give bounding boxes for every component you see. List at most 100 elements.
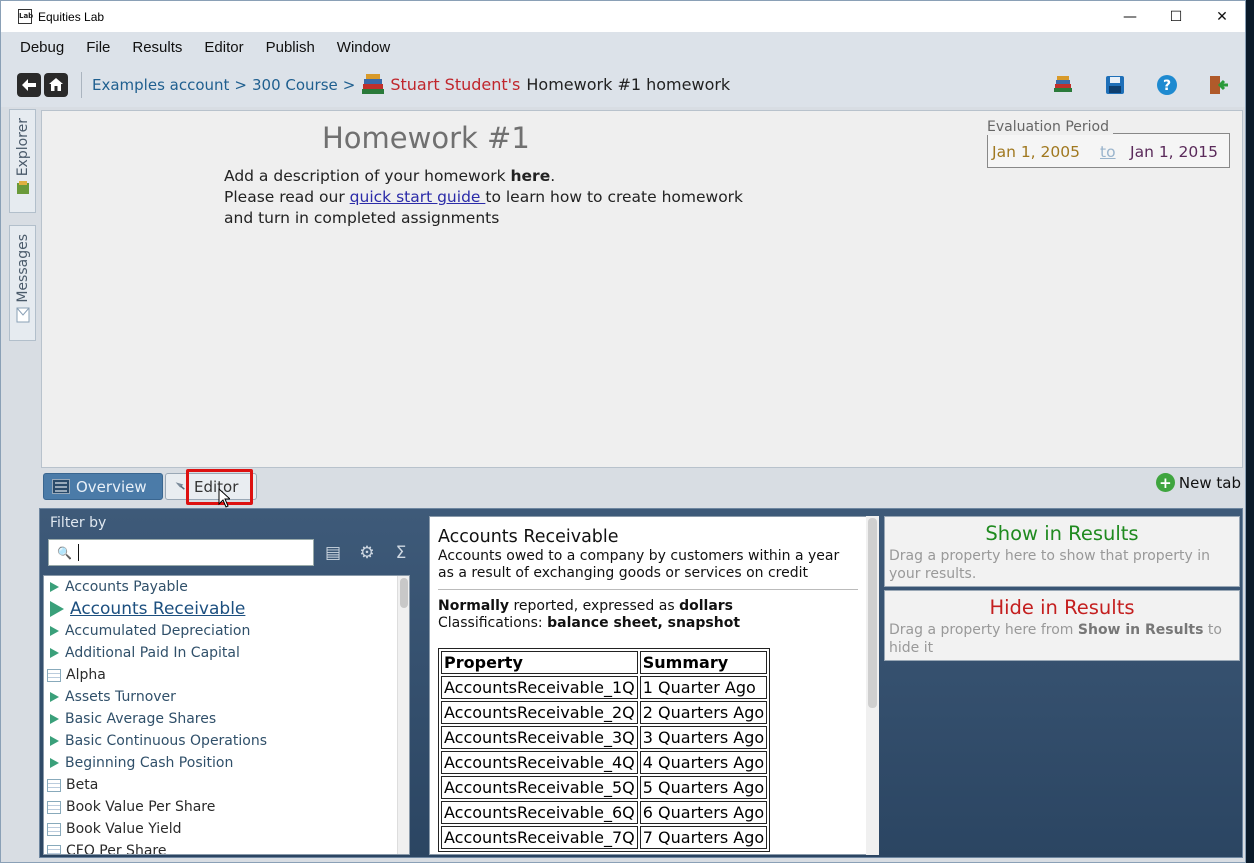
maximize-button[interactable]: ☐ — [1153, 1, 1199, 32]
new-tab-button[interactable]: + New tab — [1155, 473, 1241, 492]
list-item[interactable]: Assets Turnover — [44, 686, 409, 708]
show-in-results-hint: Drag a property here to show that proper… — [889, 548, 1211, 582]
triangle-expand-icon — [50, 714, 59, 724]
gear-icon[interactable]: ⚙ — [356, 542, 378, 564]
table-row[interactable]: AccountsReceivable_1Q 1 Quarter Ago — [441, 676, 768, 699]
menu-publish[interactable]: Publish — [255, 39, 326, 56]
app-logo-icon: Lab — [18, 9, 33, 24]
homework-name: Homework #1 homework — [526, 75, 731, 94]
list-item[interactable]: Additional Paid In Capital — [44, 642, 409, 664]
property-detail-panel: Accounts Receivable Accounts owed to a c… — [429, 516, 879, 855]
list-item[interactable]: CFO Per Share — [44, 840, 409, 854]
help-icon: ? — [1157, 74, 1177, 95]
list-item-label: Basic Average Shares — [65, 711, 217, 727]
library-button[interactable] — [1052, 74, 1074, 96]
table-icon — [47, 822, 61, 836]
divider — [438, 589, 858, 590]
hide-in-results-dropzone[interactable]: Hide in Results Drag a property here fro… — [884, 590, 1240, 661]
menu-window[interactable]: Window — [326, 39, 401, 56]
envelope-icon — [16, 307, 29, 323]
table-icon — [47, 800, 61, 814]
property-search-input[interactable]: 🔍 — [48, 539, 314, 566]
books-stack-icon — [1054, 75, 1072, 92]
property-table: Property Summary AccountsReceivable_1Q 1 … — [438, 648, 771, 852]
table-row[interactable]: AccountsReceivable_2Q 2 Quarters Ago — [441, 701, 768, 724]
sigma-icon[interactable]: Σ — [390, 542, 412, 564]
list-item[interactable]: Beta — [44, 774, 409, 796]
results-panel: Show in Results Drag a property here to … — [884, 516, 1240, 664]
scroll-thumb[interactable] — [400, 578, 408, 608]
property-detail-title: Accounts Receivable — [438, 527, 619, 547]
side-tab-explorer-label: Explorer — [14, 118, 31, 177]
list-item[interactable]: Book Value Yield — [44, 818, 409, 840]
desc-line1-suffix: . — [550, 167, 556, 185]
list-item-label: Accounts Receivable — [70, 599, 246, 619]
list-item[interactable]: Alpha — [44, 664, 409, 686]
evaluation-end-date[interactable]: Jan 1, 2015 — [1130, 143, 1218, 161]
evaluation-start-date[interactable]: Jan 1, 2005 — [992, 143, 1080, 161]
breadcrumb-account[interactable]: Examples account — [92, 76, 229, 94]
desc-here-link[interactable]: here — [511, 167, 551, 185]
table-row[interactable]: AccountsReceivable_7Q 7 Quarters Ago — [441, 826, 768, 849]
help-button[interactable]: ? — [1156, 74, 1178, 96]
menu-editor[interactable]: Editor — [193, 39, 254, 56]
save-button[interactable] — [1104, 74, 1126, 96]
table-cell-property: AccountsReceivable_6Q — [441, 801, 638, 824]
exit-button[interactable] — [1208, 74, 1230, 96]
quick-start-guide-link[interactable]: quick start guide — [350, 188, 486, 206]
close-button[interactable]: ✕ — [1199, 1, 1245, 32]
evaluation-period: Evaluation Period Jan 1, 2005 to Jan 1, … — [987, 119, 1230, 168]
table-cell-property: AccountsReceivable_2Q — [441, 701, 638, 724]
side-tab-explorer[interactable]: Explorer — [9, 109, 36, 213]
list-item[interactable]: Beginning Cash Position — [44, 752, 409, 774]
detail-scrollbar[interactable] — [866, 516, 879, 855]
breadcrumb-course[interactable]: 300 Course — [252, 76, 338, 94]
list-item-label: Beginning Cash Position — [65, 755, 234, 771]
table-row[interactable]: AccountsReceivable_6Q 6 Quarters Ago — [441, 801, 768, 824]
list-item[interactable]: Accounts Payable — [44, 576, 409, 598]
side-tab-messages[interactable]: Messages — [9, 225, 36, 341]
list-item[interactable]: Book Value Per Share — [44, 796, 409, 818]
menu-debug[interactable]: Debug — [9, 39, 75, 56]
list-item-label: Alpha — [66, 667, 106, 683]
breadcrumb-separator: > — [342, 75, 356, 94]
table-cell-summary: 7 Quarters Ago — [639, 826, 768, 849]
list-view-icon[interactable]: ▤ — [322, 542, 344, 564]
table-cell-summary: 4 Quarters Ago — [639, 751, 768, 774]
classifications-value: balance sheet, snapshot — [547, 615, 741, 631]
minimize-button[interactable]: — — [1107, 1, 1153, 32]
desc-line2-suffix: to learn how to create homework — [485, 188, 744, 206]
home-button[interactable] — [44, 72, 68, 97]
back-button[interactable] — [17, 72, 41, 97]
show-in-results-dropzone[interactable]: Show in Results Drag a property here to … — [884, 516, 1240, 587]
menu-file[interactable]: File — [75, 39, 121, 56]
table-row[interactable]: AccountsReceivable_4Q 4 Quarters Ago — [441, 751, 768, 774]
evaluation-period-label: Evaluation Period — [987, 119, 1113, 135]
list-item[interactable]: Accounts Receivable — [44, 598, 409, 620]
table-cell-property: AccountsReceivable_4Q — [441, 751, 638, 774]
desc-line3: and turn in completed assignments — [224, 209, 500, 227]
hide-in-results-title: Hide in Results — [989, 596, 1135, 619]
evaluation-to: to — [1100, 143, 1116, 161]
svg-text:?: ? — [1163, 78, 1171, 94]
overview-icon — [52, 479, 70, 494]
side-tab-messages-label: Messages — [14, 234, 31, 303]
property-detail-description: Accounts owed to a company by customers … — [438, 548, 840, 581]
reported-unit: dollars — [679, 598, 733, 614]
list-item[interactable]: Basic Continuous Operations — [44, 730, 409, 752]
plus-icon: + — [1155, 473, 1175, 492]
hide-in-results-hint: Drag a property here from Show in Result… — [889, 621, 1235, 657]
detail-scroll-thumb[interactable] — [868, 518, 877, 708]
tab-overview[interactable]: Overview — [43, 473, 163, 500]
list-item-label: Accumulated Depreciation — [65, 623, 251, 639]
list-item[interactable]: Accumulated Depreciation — [44, 620, 409, 642]
table-row[interactable]: AccountsReceivable_5Q 5 Quarters Ago — [441, 776, 768, 799]
menu-results[interactable]: Results — [121, 39, 193, 56]
property-list-scrollbar[interactable] — [397, 576, 409, 854]
side-tabs: Explorer Messages — [9, 109, 37, 353]
menu-bar: Debug File Results Editor Publish Window — [1, 32, 1245, 62]
list-item-label: Book Value Per Share — [66, 799, 216, 815]
list-item[interactable]: Basic Average Shares — [44, 708, 409, 730]
table-row[interactable]: AccountsReceivable_3Q 3 Quarters Ago — [441, 726, 768, 749]
title-bar: Lab Equities Lab — ☐ ✕ — [1, 1, 1245, 32]
